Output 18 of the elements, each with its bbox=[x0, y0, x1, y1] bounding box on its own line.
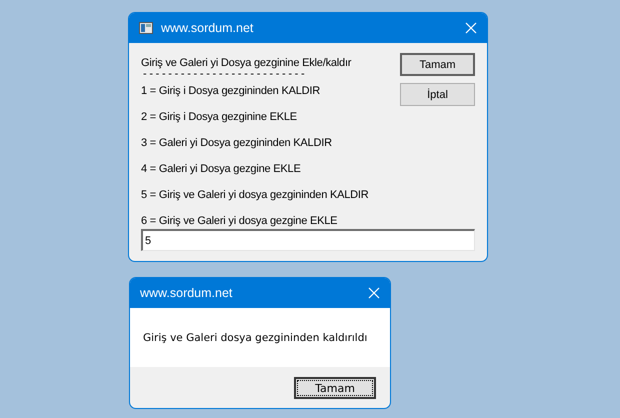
dialog-button[interactable]: Tamam bbox=[400, 53, 475, 76]
prompt-text: 6 = Giriş ve Galeri yi dosya gezgine EKLE bbox=[141, 214, 338, 229]
close-icon[interactable] bbox=[465, 22, 477, 34]
prompt-text: Giriş ve Galeri yi Dosya gezginine Ekle/kaldır bbox=[141, 56, 352, 70]
prompt-text: 5 = Giriş ve Galeri yi dosya gezgininden KALDIR bbox=[141, 188, 369, 203]
prompt-text: 1 = Giriş i Dosya gezgininden KALDIR bbox=[141, 84, 320, 99]
close-icon[interactable] bbox=[368, 287, 380, 299]
prompt-text: 3 = Galeri yi Dosya gezgininden KALDIR bbox=[141, 136, 332, 151]
input-field[interactable]: 5 bbox=[141, 229, 475, 251]
ok-button[interactable]: Tamam bbox=[294, 377, 376, 399]
app-icon bbox=[139, 22, 153, 34]
prompt-text: 2 = Giriş i Dosya gezginine EKLE bbox=[141, 110, 297, 125]
separator-text: - - - - - - - - - - - - - - - - - - - - - - - - - - bbox=[143, 70, 304, 82]
window-title: www.sordum.net bbox=[161, 21, 254, 35]
window-title: www.sordum.net bbox=[140, 286, 234, 300]
dialog-button[interactable]: İptal bbox=[400, 83, 475, 106]
prompt-text: 4 = Galeri yi Dosya gezgine EKLE bbox=[141, 162, 301, 177]
message-text: Giriş ve Galeri dosya gezgininden kaldırıldı bbox=[143, 332, 368, 344]
